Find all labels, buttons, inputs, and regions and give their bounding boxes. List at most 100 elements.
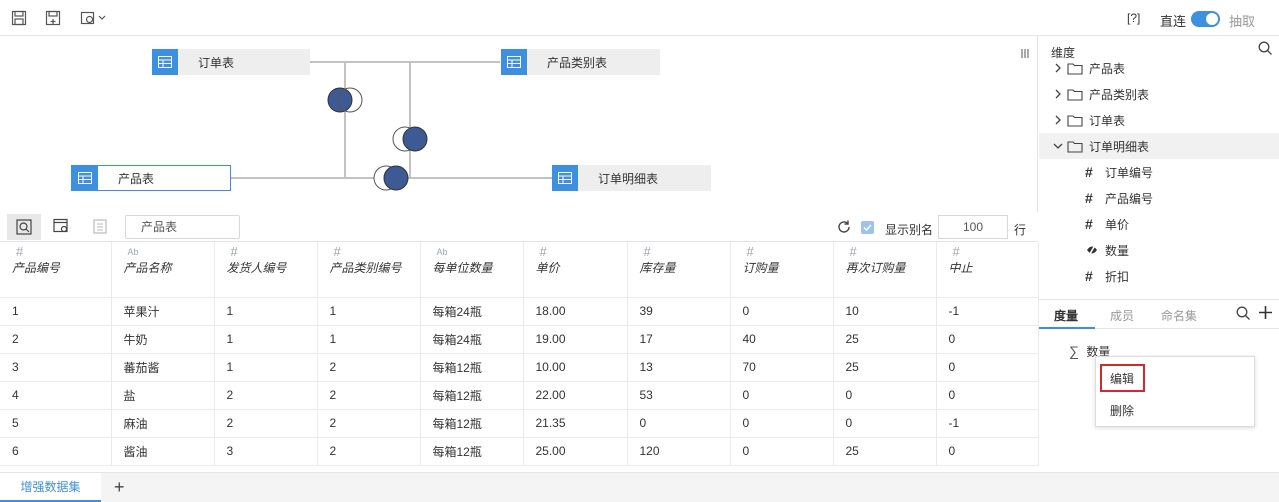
table-cell: 2 [214, 381, 318, 410]
tree-field[interactable]: # 订单编号 [1039, 159, 1279, 185]
number-field-icon: # [1085, 190, 1093, 206]
add-tab-button[interactable]: + [114, 477, 125, 498]
table-cell: 39 [627, 297, 731, 326]
chevron-down-icon[interactable] [1053, 141, 1065, 151]
table-header-row: # 产品编号 Ab 产品名称 # 发货人编号 # 产品类别编号 Ab 每单位数量 # 单价 # 库存量 # 订… [0, 242, 1039, 298]
tree-field[interactable]: # 产品编号 [1039, 185, 1279, 211]
column-header[interactable]: Ab 每单位数量 [420, 242, 524, 298]
table-cell: 酱油 [111, 437, 215, 466]
data-toolbar: 产品表 显示别名 100 行 [0, 212, 1038, 242]
column-header[interactable]: # 库存量 [627, 242, 731, 298]
table-cell: 每箱24瓶 [420, 297, 524, 326]
table-cell: 3 [214, 437, 318, 466]
folder-icon [1067, 140, 1083, 153]
table-node-orders[interactable]: 订单表 [152, 49, 310, 75]
column-header[interactable]: Ab 产品名称 [111, 242, 215, 298]
show-alias-checkbox[interactable] [861, 221, 874, 234]
tab-measure[interactable]: 度量 [1054, 307, 1078, 324]
table-cell: 2 [317, 353, 421, 382]
field-panel: 维度 产品表 产品类别表 订单表 订单明细表 # 订单编号 # 产品编号 # 单价 数量 # 折扣 度量… [1039, 36, 1279, 472]
tree-label: 数量 [1105, 243, 1130, 258]
column-name: 库存量 [639, 261, 676, 275]
table-cell: 2 [317, 437, 421, 466]
tree-field[interactable]: 数量 [1039, 237, 1279, 263]
table-icon [552, 165, 578, 191]
table-cell: 25 [833, 353, 937, 382]
tab-enhanced-dataset[interactable]: 增强数据集 [0, 473, 101, 502]
column-name: 产品编号 [12, 261, 61, 275]
table-node-categories[interactable]: 产品类别表 [501, 49, 660, 75]
column-header[interactable]: # 产品编号 [0, 242, 112, 298]
table-row: 6 酱油 3 2 每箱12瓶 25.00 120 0 25 0 [0, 437, 1039, 466]
tree-folder[interactable]: 产品表 [1039, 57, 1279, 81]
chevron-right-icon[interactable] [1053, 115, 1065, 125]
tree-field[interactable]: # 单价 [1039, 211, 1279, 237]
chevron-right-icon[interactable] [1053, 89, 1065, 99]
table-cell: 0 [936, 325, 1039, 354]
table-cell: 21.35 [523, 409, 628, 438]
menu-delete[interactable]: 删除 [1110, 402, 1134, 419]
column-header[interactable]: # 中止 [936, 242, 1039, 298]
row-count-input[interactable]: 100 [938, 215, 1008, 239]
collapse-panel-icon[interactable] [1021, 47, 1029, 61]
table-cell: 麻油 [111, 409, 215, 438]
column-name: 订购量 [742, 261, 779, 275]
table-node-products[interactable]: 产品表 [71, 165, 231, 191]
table-node-order-details[interactable]: 订单明细表 [552, 165, 711, 191]
table-cell: 25 [833, 325, 937, 354]
tree-folder[interactable]: 产品类别表 [1039, 81, 1279, 107]
table-cell: 53 [627, 381, 731, 410]
number-type-icon: # [539, 244, 547, 259]
search-icon[interactable] [1236, 306, 1251, 324]
save-icon[interactable] [9, 8, 29, 28]
relation-canvas[interactable]: 订单表 产品类别表 产品表 订单明细表 [0, 36, 1038, 212]
preview-icon[interactable] [7, 214, 41, 240]
table-cell: 0 [833, 381, 937, 410]
table-cell: 6 [0, 437, 112, 466]
table-cell: 0 [730, 381, 834, 410]
table-cell: 3 [0, 353, 112, 382]
tree-label: 单价 [1105, 217, 1130, 232]
table-cell: 1 [214, 325, 318, 354]
column-header[interactable]: # 发货人编号 [214, 242, 318, 298]
tab-members[interactable]: 成员 [1110, 307, 1134, 324]
refresh-icon[interactable] [836, 219, 852, 238]
add-icon[interactable] [1258, 305, 1273, 323]
table-cell: 120 [627, 437, 731, 466]
table-cell: 每箱24瓶 [420, 325, 524, 354]
table-cell: 0 [936, 437, 1039, 466]
settings-dropdown-icon[interactable] [79, 8, 109, 28]
folder-icon [1067, 88, 1083, 101]
table-row: 1 苹果汁 1 1 每箱24瓶 18.00 39 0 10 -1 [0, 297, 1039, 326]
column-name: 单价 [535, 261, 560, 275]
text-type-icon: Ab [436, 247, 448, 257]
table-cell: 70 [730, 353, 834, 382]
chevron-right-icon[interactable] [1053, 63, 1065, 73]
table-icon [501, 49, 527, 75]
tree-folder[interactable]: 订单明细表 [1039, 133, 1279, 159]
direct-extract-toggle[interactable] [1191, 11, 1220, 27]
table-search-input[interactable]: 产品表 [125, 215, 240, 239]
column-header[interactable]: # 单价 [523, 242, 628, 298]
tree-label: 产品表 [1089, 61, 1126, 76]
table-body: 1 苹果汁 1 1 每箱24瓶 18.00 39 0 10 -1 2 牛奶 1 1 每箱24瓶 19.00 17… [0, 297, 1039, 466]
help-icon[interactable]: [?] [1127, 11, 1140, 25]
table-cell: 25.00 [523, 437, 628, 466]
column-header[interactable]: # 订购量 [730, 242, 834, 298]
data-preview-table: # 产品编号 Ab 产品名称 # 发货人编号 # 产品类别编号 Ab 每单位数量 # 单价 # 库存量 # 订… [0, 242, 1039, 466]
table-cell: 每箱12瓶 [420, 381, 524, 410]
save-as-icon[interactable] [43, 8, 63, 28]
tree-field[interactable]: # 折扣 [1039, 263, 1279, 289]
table-cell: 每箱12瓶 [420, 409, 524, 438]
tree-folder[interactable]: 订单表 [1039, 107, 1279, 133]
table-cell: 苹果汁 [111, 297, 215, 326]
menu-edit[interactable]: 编辑 [1110, 370, 1134, 387]
table-settings-icon[interactable] [53, 218, 69, 237]
table-cell: 0 [730, 409, 834, 438]
column-header[interactable]: # 再次订购量 [833, 242, 937, 298]
table-cell: -1 [936, 297, 1039, 326]
number-type-icon: # [230, 244, 238, 259]
number-type-icon: # [333, 244, 341, 259]
column-header[interactable]: # 产品类别编号 [317, 242, 421, 298]
tab-named-sets[interactable]: 命名集 [1161, 307, 1197, 324]
